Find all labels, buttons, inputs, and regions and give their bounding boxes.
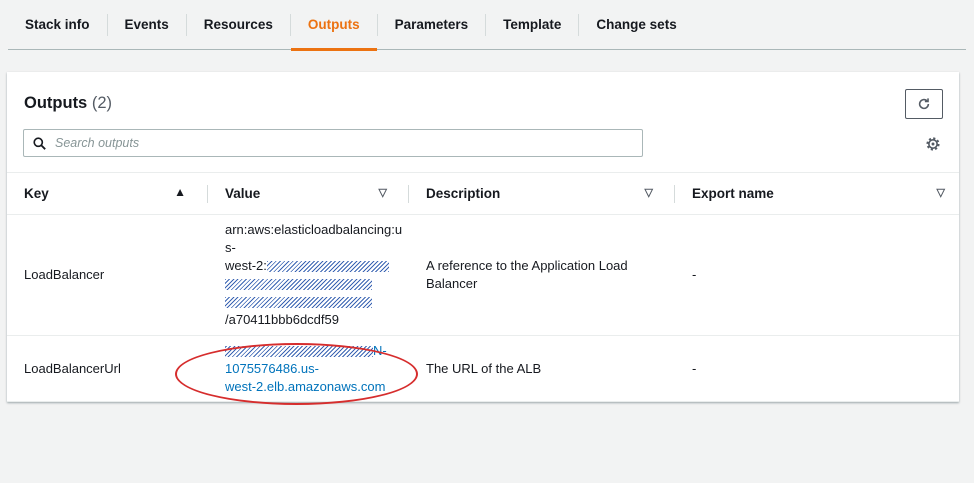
cell-key: LoadBalancerUrl [7,335,208,402]
redacted-block [225,345,373,357]
column-label-value: Value [225,186,261,201]
alb-url-link[interactable]: N- [225,342,409,360]
value-text: /a70411bbb6dcdf59 [225,312,339,327]
tab-change-sets[interactable]: Change sets [579,14,693,36]
redacted-block [266,261,389,273]
tab-stack-info[interactable]: Stack info [8,13,108,36]
table-row: LoadBalancerUrl N- 1075576486.us- west-2… [7,335,959,402]
gear-icon[interactable] [924,135,942,153]
sort-icon: ▽ [644,187,653,199]
tab-bar: Stack info Events Resources Outputs Para… [8,0,966,51]
link-text: N- [373,342,387,358]
redacted-block [225,297,372,309]
cell-description: A reference to the Application Load Bala… [409,214,675,336]
redacted-block [225,279,372,291]
value-text: s- [225,240,236,255]
description-text: A reference to the Application Load [426,258,628,273]
outputs-panel: Outputs (2) Key ▲ Va [7,72,959,402]
sort-icon: ▽ [378,187,387,199]
cell-value: N- 1075576486.us- west-2.elb.amazonaws.c… [208,335,409,402]
refresh-button[interactable] [905,89,943,119]
column-label-key: Key [24,186,49,201]
alb-url-link[interactable]: west-2.elb.amazonaws.com [225,378,409,396]
cell-description: The URL of the ALB [409,335,675,402]
column-header-value[interactable]: Value ▽ [208,172,409,215]
table-row: LoadBalancer arn:aws:elasticloadbalancin… [7,214,959,336]
cell-export-name: - [675,335,959,402]
cell-export-name: - [675,214,959,336]
tab-events[interactable]: Events [108,13,187,36]
description-text: Balancer [426,276,478,291]
tab-resources[interactable]: Resources [187,13,291,36]
sort-ascending-icon: ▲ [174,185,186,199]
column-label-export-name: Export name [692,186,774,201]
outputs-count: (2) [91,94,113,112]
refresh-icon [918,98,930,110]
value-text: arn:aws:elasticloadbalancing:u [225,222,403,237]
column-header-key[interactable]: Key ▲ [7,172,208,215]
search-input[interactable] [53,135,627,151]
sort-icon: ▽ [936,187,945,199]
value-text: west-2: [225,258,267,273]
redacted-line [225,293,409,311]
search-box [23,129,643,157]
tab-outputs[interactable]: Outputs [290,13,378,51]
redacted-line [225,275,409,293]
tab-template[interactable]: Template [486,13,580,36]
panel-title: Outputs (2) [24,94,112,113]
outputs-heading: Outputs [24,94,88,112]
column-header-export-name[interactable]: Export name ▽ [675,172,959,215]
cell-key: LoadBalancer [7,214,208,336]
value-text: west-2: [225,257,409,275]
column-header-description[interactable]: Description ▽ [409,172,675,215]
tab-parameters[interactable]: Parameters [378,13,487,36]
search-icon [33,136,46,150]
alb-url-link[interactable]: 1075576486.us- [225,360,409,378]
outputs-table: Key ▲ Value ▽ Description ▽ Export name … [7,172,959,402]
cell-value: arn:aws:elasticloadbalancing:u s- west-2… [208,214,409,336]
column-label-description: Description [426,186,501,201]
